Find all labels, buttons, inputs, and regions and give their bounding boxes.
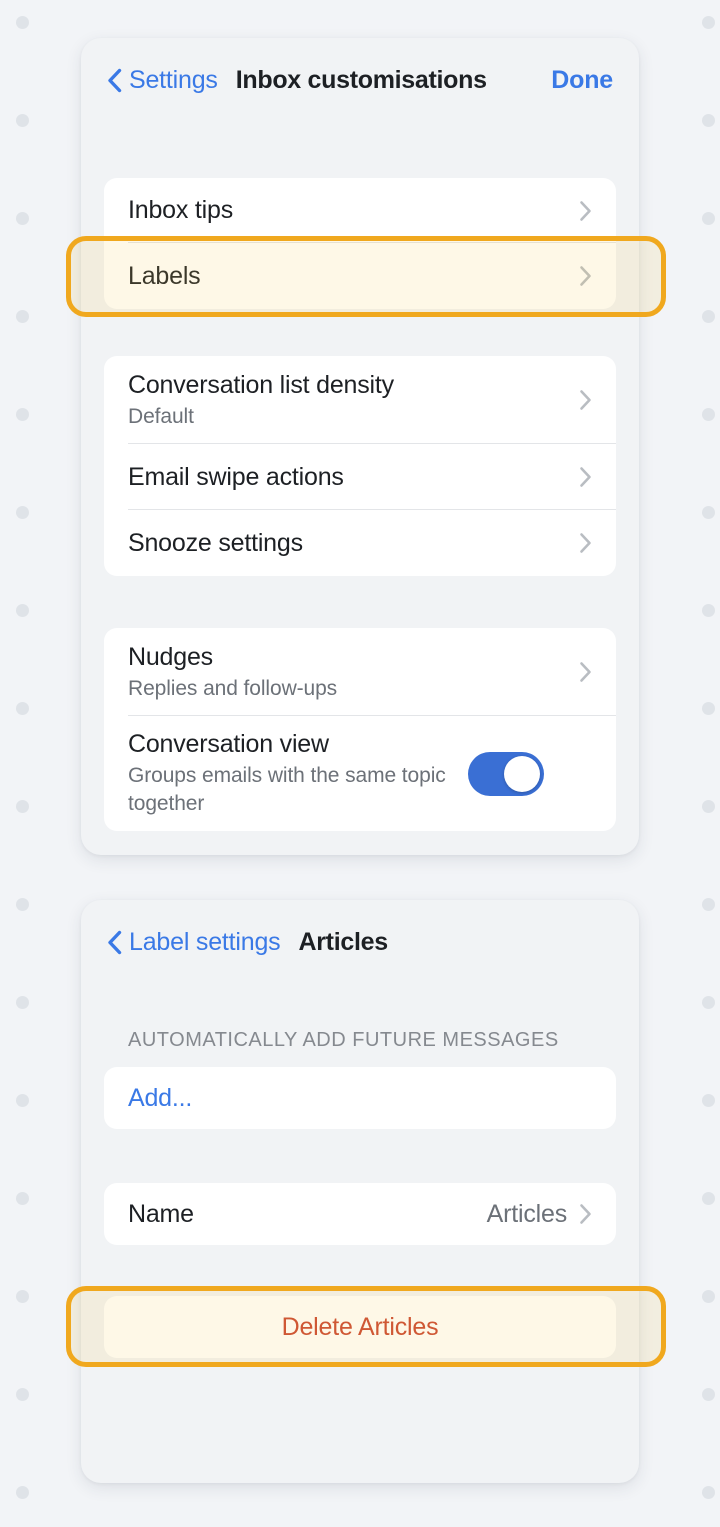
background-dot — [15, 505, 29, 519]
chevron-right-icon — [579, 1203, 592, 1225]
navigation-bar-inbox-customisations: Settings Inbox customisations Done — [81, 38, 639, 122]
back-button-label: Settings — [129, 65, 218, 94]
row-subtitle: Replies and follow-ups — [128, 676, 338, 700]
background-dot — [701, 603, 715, 617]
back-button-label-settings[interactable]: Label settings — [107, 927, 281, 957]
back-button-settings[interactable]: Settings — [107, 66, 218, 95]
background-dot — [701, 309, 715, 323]
chevron-right-icon — [579, 466, 592, 488]
background-dot — [701, 897, 715, 911]
row-subtitle: Default — [128, 404, 194, 428]
delete-articles-button[interactable]: Delete Articles — [104, 1296, 616, 1358]
background-dot — [15, 113, 29, 127]
background-dot — [15, 15, 29, 29]
row-name[interactable]: Name Articles — [104, 1183, 616, 1245]
row-conversation-view-text: Conversation view Groups emails with the… — [128, 729, 468, 818]
background-dot — [701, 799, 715, 813]
background-dot — [701, 701, 715, 715]
row-subtitle: Groups emails with the same topic togeth… — [128, 764, 446, 815]
row-title: Conversation list density — [128, 370, 394, 399]
background-dot — [15, 1191, 29, 1205]
screen-inbox-customisations: Settings Inbox customisations Done Inbox… — [81, 38, 639, 855]
chevron-right-icon — [579, 661, 592, 683]
row-title: Nudges — [128, 642, 213, 671]
row-title: Labels — [128, 261, 201, 290]
page-title: Articles — [298, 927, 388, 956]
row-nudges-text: Nudges Replies and follow-ups — [128, 642, 579, 703]
toggle-knob — [504, 755, 540, 792]
background-dot — [701, 505, 715, 519]
settings-group-nudges-conversation-view: Nudges Replies and follow-ups Conversati… — [104, 628, 616, 831]
background-dot — [15, 309, 29, 323]
background-dot — [15, 211, 29, 225]
row-snooze-settings[interactable]: Snooze settings — [104, 510, 616, 576]
row-title: Inbox tips — [128, 196, 234, 224]
row-title: Name — [128, 1199, 194, 1228]
background-dot — [15, 1289, 29, 1303]
background-dot — [701, 407, 715, 421]
settings-group-add-future-messages: Add... — [104, 1067, 616, 1129]
settings-group-density-swipe-snooze: Conversation list density Default Email … — [104, 356, 616, 576]
row-nudges[interactable]: Nudges Replies and follow-ups — [104, 628, 616, 716]
page-title: Inbox customisations — [235, 65, 487, 94]
row-name-text: Name — [128, 1199, 487, 1230]
chevron-right-icon — [579, 265, 592, 287]
row-email-swipe-actions-text: Email swipe actions — [128, 462, 579, 493]
background-dot — [15, 701, 29, 715]
row-title: Snooze settings — [128, 528, 303, 557]
row-conversation-list-density[interactable]: Conversation list density Default — [104, 356, 616, 444]
row-conversation-view[interactable]: Conversation view Groups emails with the… — [104, 716, 616, 831]
background-dot — [15, 799, 29, 813]
chevron-right-icon — [579, 200, 592, 222]
done-button[interactable]: Done — [551, 66, 613, 95]
row-title: Email swipe actions — [128, 462, 344, 491]
row-add[interactable]: Add... — [104, 1067, 616, 1129]
background-dot — [15, 1387, 29, 1401]
row-name-value: Articles — [486, 1199, 568, 1228]
background-dot — [15, 407, 29, 421]
background-dot — [701, 15, 715, 29]
settings-group-name: Name Articles — [104, 1183, 616, 1245]
back-button-label: Label settings — [129, 927, 281, 956]
chevron-right-icon — [579, 389, 592, 411]
background-dot — [701, 1191, 715, 1205]
row-labels-text: Labels — [128, 261, 579, 292]
background-dot — [15, 1093, 29, 1107]
section-caption-auto-add: AUTOMATICALLY ADD FUTURE MESSAGES — [128, 1029, 559, 1051]
background-dot — [701, 995, 715, 1009]
background-dot — [15, 995, 29, 1009]
settings-group-inbox-tips-labels: Inbox tips Labels — [104, 178, 616, 309]
row-inbox-tips[interactable]: Inbox tips — [104, 178, 616, 243]
chevron-left-icon — [107, 930, 122, 955]
settings-group-delete: Delete Articles — [104, 1296, 616, 1358]
background-dot — [15, 897, 29, 911]
chevron-left-icon — [107, 68, 122, 93]
background-dot — [701, 1289, 715, 1303]
row-labels[interactable]: Labels — [104, 243, 616, 309]
conversation-view-toggle[interactable] — [468, 751, 544, 796]
background-dot — [701, 113, 715, 127]
background-dot — [701, 1093, 715, 1107]
add-link-label: Add... — [128, 1083, 193, 1112]
row-conversation-list-density-text: Conversation list density Default — [128, 370, 579, 431]
screen-label-articles: Label settings Articles AUTOMATICALLY AD… — [81, 900, 639, 1483]
background-dot — [15, 1485, 29, 1499]
chevron-right-icon — [579, 532, 592, 554]
row-snooze-settings-text: Snooze settings — [128, 528, 579, 559]
background-dot — [15, 603, 29, 617]
navigation-bar-articles: Label settings Articles — [81, 900, 639, 984]
background-dot — [701, 1485, 715, 1499]
row-inbox-tips-text: Inbox tips — [128, 195, 579, 226]
row-title: Conversation view — [128, 730, 329, 758]
row-email-swipe-actions[interactable]: Email swipe actions — [104, 444, 616, 510]
background-dot — [701, 211, 715, 225]
background-dot — [701, 1387, 715, 1401]
